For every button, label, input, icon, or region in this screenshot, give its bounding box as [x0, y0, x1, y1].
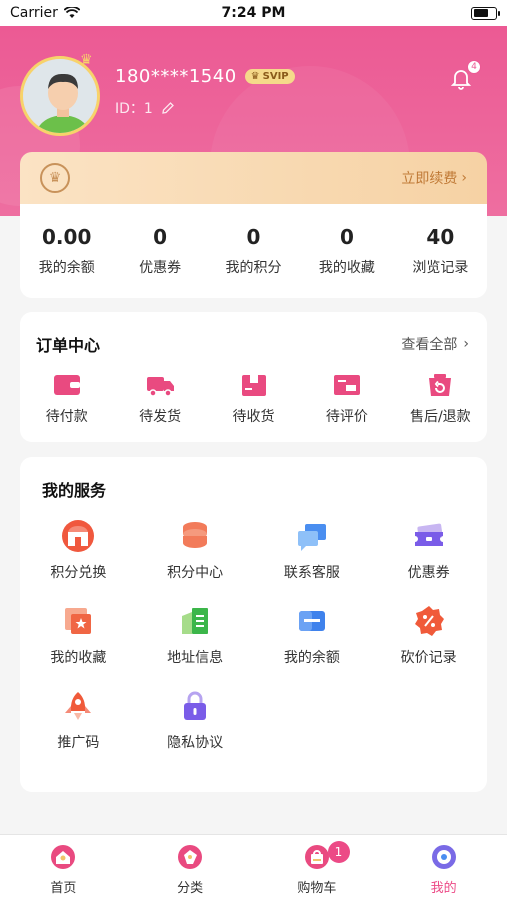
- service-contact-support[interactable]: 联系客服: [254, 519, 371, 582]
- review-icon: [333, 375, 360, 395]
- vip-crown-icon: ♛: [40, 163, 70, 193]
- orders-title: 订单中心: [36, 336, 101, 355]
- truck-icon: [147, 377, 175, 397]
- profile-icon: [431, 845, 456, 869]
- lock-icon: [184, 691, 207, 720]
- tab-bar: 首页 分类 购物车 1 我的: [0, 834, 507, 900]
- stat-favorites[interactable]: 0 我的收藏: [300, 204, 393, 298]
- carrier-label: Carrier: [10, 5, 58, 21]
- service-privacy-policy[interactable]: 隐私协议: [137, 689, 254, 752]
- address-book-icon: [182, 608, 209, 634]
- crown-icon: ♛: [80, 52, 93, 68]
- refund-icon: [429, 374, 452, 396]
- tab-home[interactable]: 首页: [0, 835, 127, 900]
- coins-stack-icon: [183, 522, 208, 548]
- username: 180****1540: [115, 66, 237, 87]
- stat-history[interactable]: 40 浏览记录: [394, 204, 487, 298]
- home-icon: [51, 845, 76, 869]
- tab-cart[interactable]: 购物车 1: [254, 835, 381, 900]
- chevron-right-icon: ›: [461, 170, 467, 186]
- renew-button[interactable]: 立即续费 ›: [401, 168, 467, 188]
- rocket-icon: [65, 692, 92, 720]
- order-pending-receipt[interactable]: 待收货: [207, 372, 300, 426]
- view-all-orders-link[interactable]: 查看全部 ›: [401, 334, 469, 354]
- wallet-icon: [53, 375, 80, 395]
- tab-profile[interactable]: 我的: [380, 835, 507, 900]
- orders-card: 订单中心 查看全部 › 待付款 待发货 待收货 待评价 售后/退款: [20, 312, 487, 442]
- tab-category[interactable]: 分类: [127, 835, 254, 900]
- vip-bar[interactable]: ♛ 立即续费 ›: [20, 152, 487, 204]
- chevron-right-icon: ›: [463, 336, 469, 352]
- order-pending-review[interactable]: 待评价: [300, 372, 393, 426]
- service-bargain-records[interactable]: 砍价记录: [370, 604, 487, 667]
- category-icon: [178, 845, 203, 869]
- status-bar: Carrier 7:24 PM: [0, 0, 507, 26]
- cart-icon: [304, 845, 329, 869]
- stats-card: 0.00 我的余额 0 优惠券 0 我的积分 0 我的收藏 40 浏览记录: [20, 204, 487, 298]
- service-favorites[interactable]: 我的收藏: [20, 604, 137, 667]
- discount-icon: [414, 606, 444, 636]
- order-pending-shipment[interactable]: 待发货: [113, 372, 206, 426]
- order-pending-payment[interactable]: 待付款: [20, 372, 113, 426]
- svip-badge: ♛ SVIP: [244, 69, 295, 84]
- notification-badge: 4: [467, 60, 481, 74]
- stat-coupons[interactable]: 0 优惠券: [113, 204, 206, 298]
- avatar[interactable]: [20, 56, 100, 136]
- crown-icon: ♛: [250, 71, 260, 82]
- service-address[interactable]: 地址信息: [137, 604, 254, 667]
- favorite-icon: [65, 608, 92, 634]
- user-id: ID：1: [115, 101, 153, 117]
- service-balance[interactable]: 我的余额: [254, 604, 371, 667]
- wifi-icon: [63, 7, 80, 18]
- exchange-store-icon: [62, 520, 95, 552]
- service-points-center[interactable]: 积分中心: [137, 519, 254, 582]
- chat-icon: [297, 524, 326, 551]
- service-points-exchange[interactable]: 积分兑换: [20, 519, 137, 582]
- cart-badge: 1: [327, 841, 350, 863]
- stat-balance[interactable]: 0.00 我的余额: [20, 204, 113, 298]
- ticket-icon: [414, 523, 443, 546]
- edit-icon[interactable]: [161, 101, 175, 115]
- battery-icon: [471, 6, 500, 20]
- box-icon: [241, 375, 266, 396]
- service-coupons[interactable]: 优惠券: [370, 519, 487, 582]
- card-icon: [298, 611, 325, 631]
- services-title: 我的服务: [42, 481, 107, 500]
- services-card: 我的服务 积分兑换 积分中心 联系客服 优惠券 我的收藏 地址信息 我的余额 砍…: [20, 457, 487, 792]
- status-time: 7:24 PM: [221, 5, 286, 21]
- order-refund[interactable]: 售后/退款: [394, 372, 487, 426]
- service-promo-code[interactable]: 推广码: [20, 689, 137, 752]
- stat-points[interactable]: 0 我的积分: [207, 204, 300, 298]
